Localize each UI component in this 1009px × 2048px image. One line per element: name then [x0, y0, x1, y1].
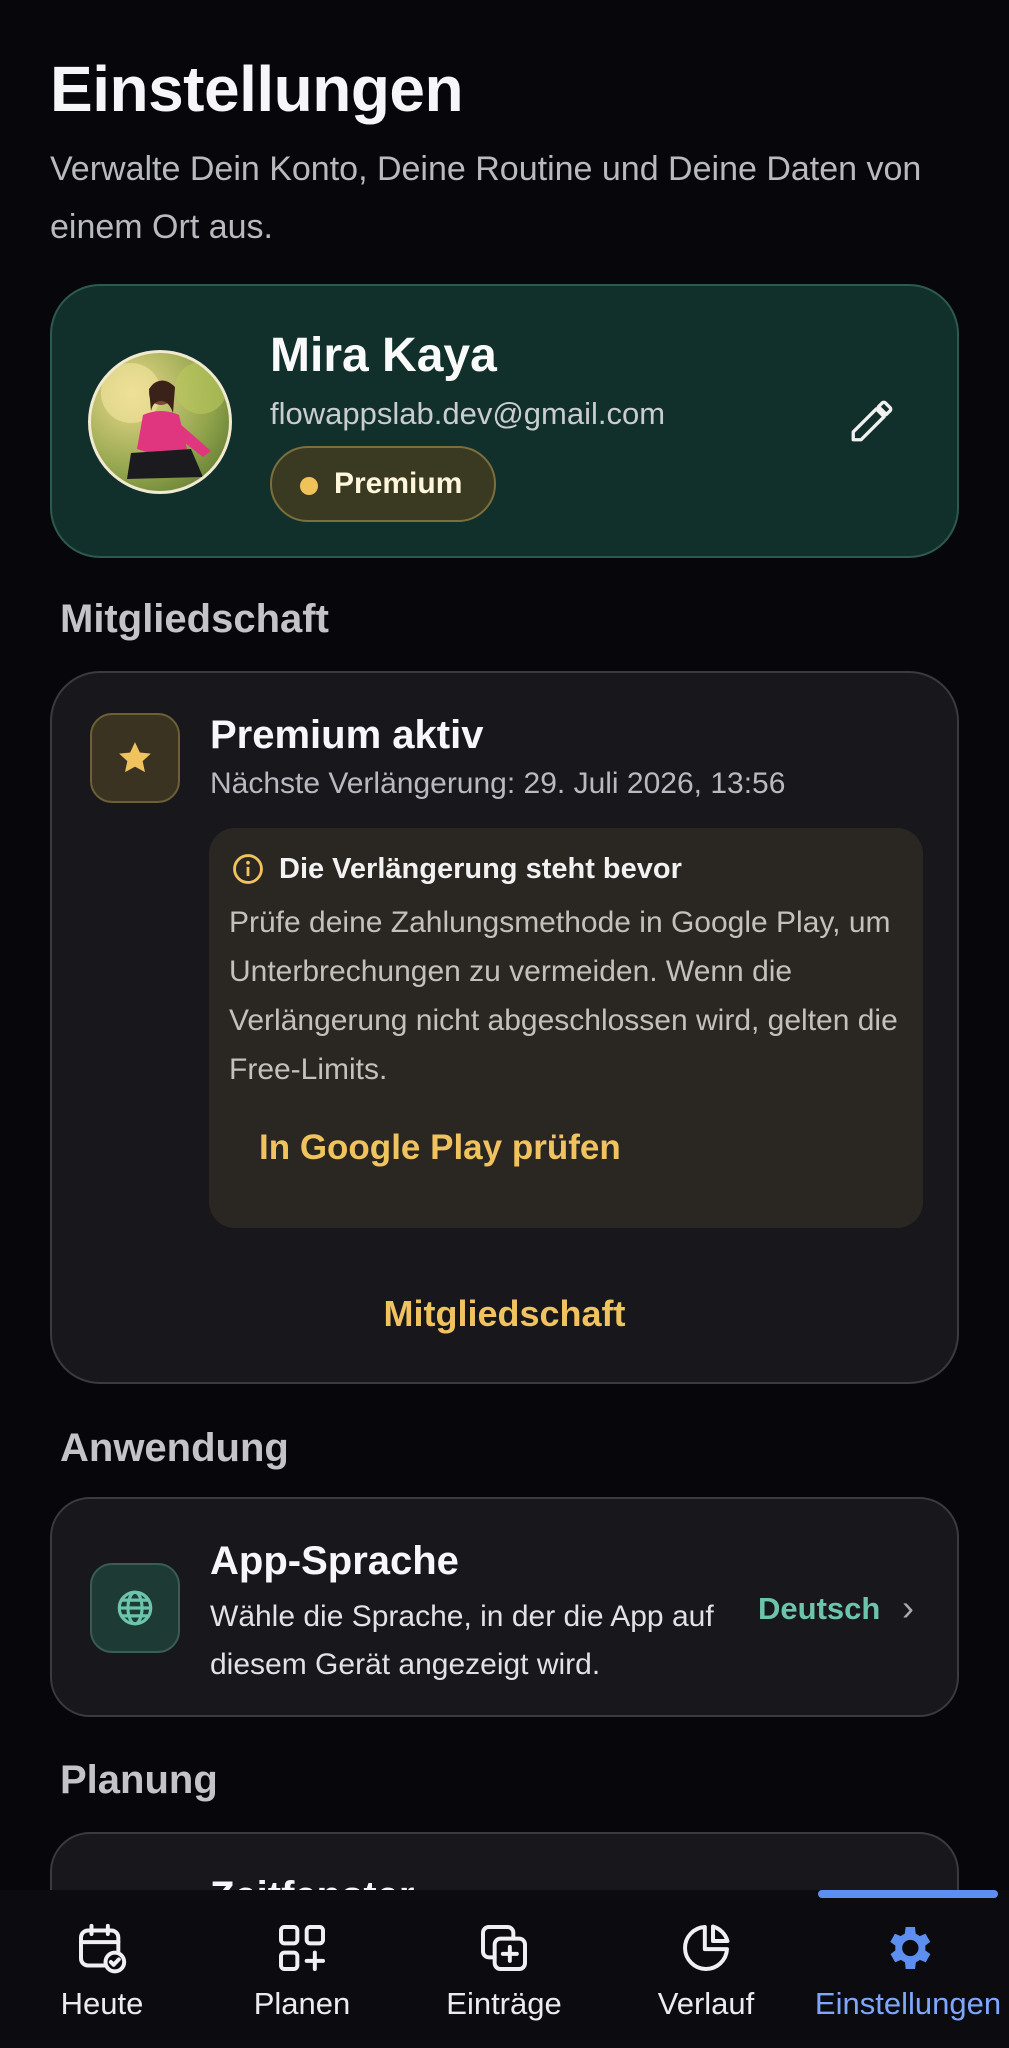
gear-icon — [890, 1927, 931, 1969]
nav-tab-settings[interactable]: Einstellungen — [808, 1920, 1008, 2040]
page-subtitle: Verwalte Dein Konto, Deine Routine und D… — [50, 150, 922, 246]
app-language-title: App-Sprache — [210, 1539, 459, 1583]
section-title-planning: Planung — [60, 1758, 218, 1802]
nav-label-plan: Planen — [253, 1986, 351, 2021]
premium-badge-label: Premium — [334, 467, 463, 500]
time-window-title: Zeitfenster — [210, 1874, 415, 1890]
profile-card[interactable]: Mira Kaya flowappslab.dev@gmail.com Prem… — [50, 284, 959, 558]
copy-plus-icon — [481, 1925, 527, 1971]
renewal-notice: Die Verlängerung steht bevor Prüfe deine… — [209, 828, 923, 1228]
nav-label-history: Verlauf — [657, 1986, 755, 2021]
planning-card[interactable]: Zeitfenster — [50, 1832, 959, 1890]
nav-tab-plan[interactable]: Planen — [202, 1920, 402, 2040]
membership-title: Premium aktiv — [210, 713, 484, 757]
check-google-play-button[interactable]: In Google Play prüfen — [259, 1128, 621, 1168]
membership-next-renewal: Nächste Verlängerung: 29. Juli 2026, 13:… — [210, 767, 786, 800]
avatar[interactable] — [88, 350, 232, 494]
renewal-notice-header: Die Verlängerung steht bevor — [231, 852, 682, 886]
premium-dot-icon — [300, 477, 318, 495]
app-language-row[interactable]: App-Sprache Wähle die Sprache, in der di… — [50, 1497, 959, 1717]
app-language-description: Wähle die Sprache, in der die App auf di… — [210, 1600, 714, 1681]
renewal-notice-body: Prüfe deine Zahlungsmethode in Google Pl… — [229, 906, 898, 1086]
star-icon — [119, 742, 151, 773]
nav-label-today: Heute — [60, 1986, 144, 2021]
nav-tab-history[interactable]: Verlauf — [606, 1920, 806, 2040]
calendar-check-icon — [79, 1923, 127, 1974]
page-title: Einstellungen — [50, 53, 464, 125]
premium-badge: Premium — [270, 446, 497, 522]
info-icon — [233, 854, 263, 884]
grid-plus-icon — [279, 1925, 325, 1971]
premium-star-box — [90, 713, 180, 803]
globe-icon-box — [90, 1563, 180, 1653]
avatar-image — [101, 362, 227, 479]
bottom-navigation: Heute Planen Einträge Verlauf Einstellun… — [0, 1890, 1009, 2048]
nav-tab-entries[interactable]: Einträge — [404, 1920, 604, 2040]
chevron-right-icon: › — [902, 1587, 914, 1628]
edit-profile-button[interactable] — [847, 396, 897, 446]
section-title-membership: Mitgliedschaft — [60, 597, 329, 641]
pencil-icon — [851, 400, 893, 442]
profile-name: Mira Kaya — [270, 329, 497, 382]
app-language-value: Deutsch — [758, 1591, 881, 1626]
pie-chart-icon — [683, 1924, 730, 1971]
nav-tab-today[interactable]: Heute — [2, 1920, 202, 2040]
active-tab-indicator — [818, 1890, 998, 1898]
renewal-notice-title: Die Verlängerung steht bevor — [279, 852, 682, 885]
section-title-application: Anwendung — [60, 1426, 289, 1470]
globe-icon — [117, 1590, 153, 1626]
nav-label-entries: Einträge — [446, 1986, 562, 2021]
membership-button[interactable]: Mitgliedschaft — [52, 1293, 957, 1335]
membership-card: Premium aktiv Nächste Verlängerung: 29. … — [50, 671, 959, 1384]
settings-scroll-area[interactable]: Einstellungen Verwalte Dein Konto, Deine… — [0, 0, 1009, 1890]
nav-label-settings: Einstellungen — [814, 1986, 1002, 2021]
profile-email: flowappslab.dev@gmail.com — [270, 396, 666, 431]
